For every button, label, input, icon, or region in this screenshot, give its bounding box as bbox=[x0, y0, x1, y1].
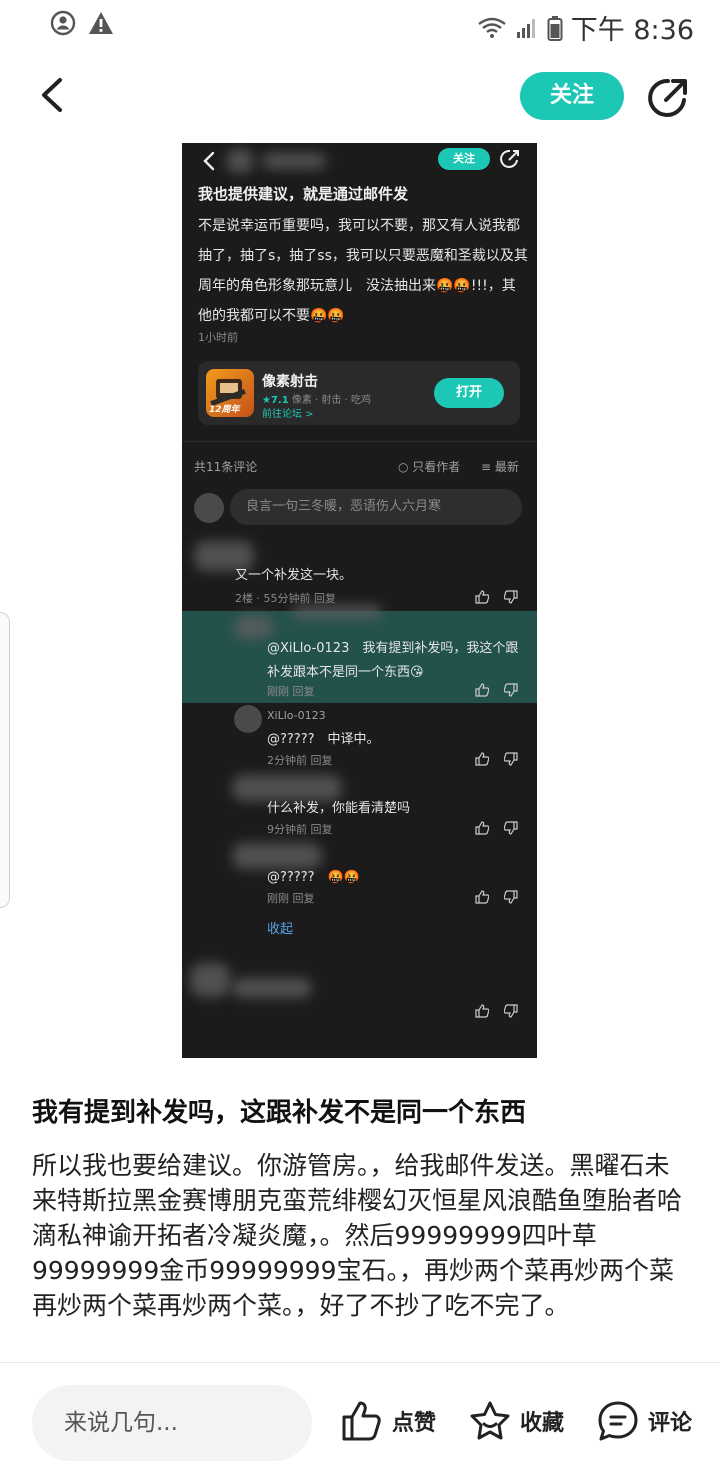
comment-input[interactable]: 来说几句... bbox=[32, 1385, 312, 1461]
star-icon bbox=[470, 1401, 510, 1440]
game-card: 12周年 像素射击 ★7.1 像素 · 射击 · 吃鸡 前往论坛 > 打开 bbox=[198, 361, 520, 425]
like-icon bbox=[475, 821, 489, 835]
dislike-icon bbox=[504, 890, 518, 904]
thumbs-up-icon bbox=[342, 1401, 381, 1441]
latest-sort: ≡ 最新 bbox=[481, 460, 519, 474]
comment-meta: 刚刚 回复 bbox=[267, 685, 315, 698]
blurred-comment bbox=[232, 978, 312, 998]
comment-label: 评论 bbox=[648, 1411, 693, 1436]
wifi-icon bbox=[478, 17, 506, 38]
divider bbox=[182, 441, 537, 442]
blurred-username bbox=[292, 605, 382, 619]
avatar bbox=[234, 705, 262, 733]
blurred-avatar bbox=[226, 149, 254, 173]
screenshot-post-time: 1小时前 bbox=[198, 331, 238, 344]
blurred-avatar bbox=[234, 615, 274, 639]
dislike-icon bbox=[504, 590, 518, 604]
follow-button[interactable]: 关注 bbox=[520, 72, 624, 120]
collect-button[interactable]: 收藏 bbox=[468, 1399, 564, 1443]
like-icon bbox=[475, 683, 489, 697]
comment-meta: 刚刚 回复 bbox=[267, 892, 315, 905]
screenshot-follow-button: 关注 bbox=[438, 148, 490, 170]
status-bar: 下午 8:36 bbox=[0, 0, 720, 50]
comment-meta: 9分钟前 回复 bbox=[267, 823, 333, 836]
post-title: 我有提到补发吗，这跟补发不是同一个东西 bbox=[32, 1098, 527, 1128]
comments-count: 共11条评论 bbox=[194, 460, 258, 474]
comment-meta: 2楼 · 55分钟前 回复 bbox=[235, 592, 336, 605]
avatar bbox=[194, 493, 224, 523]
dislike-icon bbox=[504, 1004, 518, 1018]
game-meta: ★7.1 像素 · 射击 · 吃鸡 bbox=[262, 391, 371, 406]
dislike-icon bbox=[504, 752, 518, 766]
comment-button[interactable]: 评论 bbox=[596, 1399, 692, 1443]
top-bar: 关注 bbox=[0, 50, 720, 146]
game-name: 像素射击 bbox=[262, 374, 318, 390]
share-icon[interactable] bbox=[644, 74, 692, 122]
dislike-icon bbox=[504, 821, 518, 835]
screenshot-header: 关注 bbox=[182, 143, 537, 179]
screenshot-post-body: 不是说幸运币重要吗，我可以不要，那又有人说我都抽了，抽了s，抽了ss，我可以只要… bbox=[198, 218, 528, 324]
like-icon bbox=[475, 590, 489, 604]
like-icon bbox=[475, 1004, 489, 1018]
comment-text: @????? 中译中。 bbox=[267, 732, 380, 747]
blurred-avatar bbox=[232, 843, 322, 869]
comment-bubble-icon bbox=[598, 1401, 638, 1441]
back-arrow-icon bbox=[203, 151, 215, 171]
screenshot-post-title: 我也提供建议，就是通过邮件发 bbox=[198, 185, 409, 203]
battery-icon bbox=[547, 15, 563, 41]
like-icon bbox=[475, 890, 489, 904]
comment-text: 又一个补发这一块。 bbox=[235, 568, 353, 583]
comment-text: @????? 🤬🤬 bbox=[267, 870, 360, 885]
dislike-icon bbox=[504, 683, 518, 697]
comment-text: 什么补发，你能看清楚吗 bbox=[267, 801, 411, 816]
side-edge-handle[interactable] bbox=[0, 612, 10, 908]
post-screenshot-image[interactable]: 关注 我也提供建议，就是通过邮件发 不是说幸运币重要吗，我可以不要，那又有人说我… bbox=[182, 143, 537, 1058]
account-circle-icon bbox=[50, 10, 76, 36]
blurred-username bbox=[262, 153, 326, 169]
like-label: 点赞 bbox=[392, 1411, 437, 1436]
game-forum-link: 前往论坛 > bbox=[262, 409, 314, 420]
collect-label: 收藏 bbox=[520, 1411, 565, 1436]
comment-text: @XiLlo-0123 我有提到补发吗，我这个跟补发跟本不是同一个东西😘 bbox=[267, 641, 519, 680]
collapse-replies-link: 收起 bbox=[267, 922, 294, 937]
status-time: 下午 8:36 bbox=[570, 15, 694, 46]
game-icon: 12周年 bbox=[206, 369, 254, 417]
like-button[interactable]: 点赞 bbox=[340, 1399, 436, 1443]
screenshot-comment-input: 良言一句三冬暖，恶语伤人六月寒 bbox=[230, 489, 522, 525]
game-anniversary-badge: 12周年 bbox=[209, 405, 240, 415]
bottom-action-bar: 来说几句... 点赞 收藏 评论 bbox=[0, 1362, 720, 1480]
warning-icon bbox=[89, 12, 113, 34]
comment-meta: 2分钟前 回复 bbox=[267, 754, 333, 767]
signal-icon bbox=[516, 18, 535, 38]
game-open-button: 打开 bbox=[434, 378, 504, 408]
back-arrow-icon[interactable] bbox=[30, 72, 76, 118]
share-icon bbox=[500, 149, 519, 168]
post-body: 所以我也要给建议。你游管房。，给我邮件发送。黑曜石未来特斯拉黑金赛博朋克蛮荒绯樱… bbox=[32, 1151, 683, 1320]
author-only-filter: ○ 只看作者 bbox=[398, 460, 461, 474]
comment-author: XiLlo-0123 bbox=[267, 709, 326, 722]
like-icon bbox=[475, 752, 489, 766]
blurred-avatar bbox=[190, 963, 230, 997]
